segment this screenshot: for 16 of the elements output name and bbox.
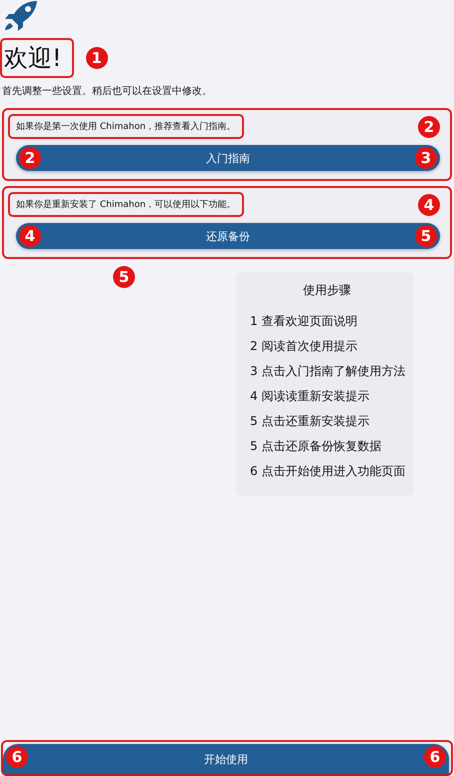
- step-text: 5 点击还原备份恢复数据: [250, 438, 382, 455]
- step-text: 2 阅读首次使用提示: [250, 338, 358, 355]
- steps-title: 使用步骤: [302, 282, 352, 299]
- subtitle: 首先调整一些设置。稍后也可以在设置中修改。: [2, 84, 213, 98]
- hint-text: 如果你是重新安装了 Chimahon，可以使用以下功能。: [8, 192, 244, 217]
- callout-badge: 1: [86, 47, 108, 69]
- step-text: 6 点击开始使用进入功能页面: [250, 463, 406, 480]
- callout-badge: 5: [113, 266, 135, 288]
- callout-badge: 2: [418, 116, 440, 138]
- hint-text: 如果你是第一次使用 Chimahon，推荐查看入门指南。: [8, 114, 244, 139]
- step-text: 3 点击入门指南了解使用方法: [250, 363, 406, 380]
- step-text: 1 查看欢迎页面说明: [250, 313, 358, 330]
- step-text: 4 阅读读重新安装提示: [250, 388, 370, 405]
- page-title: 欢迎!: [0, 38, 74, 78]
- callout-badge: 4: [418, 194, 440, 216]
- step-text: 5 点击还重新安装提示: [250, 413, 370, 430]
